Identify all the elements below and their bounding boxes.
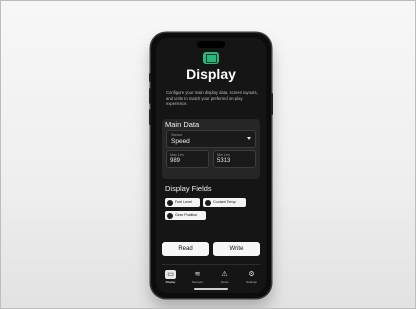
display-fields-title: Display Fields — [165, 184, 212, 193]
field-value: 989 — [170, 158, 181, 164]
page-title: Display — [186, 66, 236, 82]
phone-side-button — [271, 93, 273, 115]
sensor-select-value: Speed — [171, 138, 190, 145]
main-data-card: Main Data Sensor Speed Max Lim 989 Min L… — [162, 119, 260, 179]
home-indicator — [194, 288, 228, 290]
nav-item-display[interactable]: ▭ Display — [157, 268, 184, 288]
sensor-icon: ≋ — [194, 271, 201, 278]
chip-label: Coolant Temp — [213, 200, 236, 204]
chip-label: Gear Position — [175, 213, 198, 217]
nav-item-label: Display — [165, 280, 176, 284]
display-icon: ▭ — [165, 270, 176, 279]
min-limit-field[interactable]: Min Lim 5313 — [213, 150, 256, 168]
nav-item-alerts[interactable]: ⚠ Alerts — [211, 268, 238, 288]
chip-coolant-temp[interactable]: Coolant Temp — [203, 198, 246, 207]
thermometer-icon — [205, 199, 211, 206]
display-app-icon — [203, 52, 219, 64]
phone-device: Display Configure your main display data… — [149, 33, 273, 298]
main-data-title: Main Data — [165, 120, 200, 129]
nav-item-label: Settings — [246, 280, 257, 284]
write-button[interactable]: Write — [213, 242, 260, 256]
nav-item-settings[interactable]: ⚙ Settings — [238, 268, 265, 288]
phone-side-button — [149, 73, 151, 82]
phone-side-button — [149, 88, 151, 104]
page-description: Configure your main display data, screen… — [166, 90, 258, 107]
display-fields-section: Display Fields Fuel Level Coolant Temp G… — [162, 184, 260, 232]
dynamic-island — [197, 41, 225, 48]
max-limit-field[interactable]: Max Lim 989 — [166, 150, 209, 168]
read-button[interactable]: Read — [162, 242, 209, 256]
gear-position-icon — [167, 212, 173, 219]
mockup-frame: Display Configure your main display data… — [0, 0, 416, 309]
chevron-down-icon — [247, 137, 251, 140]
field-value: 5313 — [217, 158, 231, 164]
fuel-icon — [167, 199, 173, 206]
settings-icon: ⚙ — [248, 271, 255, 278]
chip-label: Fuel Level — [175, 200, 193, 204]
phone-side-button — [149, 109, 151, 125]
chip-gear-position[interactable]: Gear Position — [165, 211, 206, 220]
chip-fuel-level[interactable]: Fuel Level — [165, 198, 200, 207]
nav-item-sensors[interactable]: ≋ Sensors — [184, 268, 211, 288]
sensor-select[interactable]: Sensor Speed — [166, 130, 256, 148]
nav-item-label: Alerts — [220, 280, 229, 284]
alert-icon: ⚠ — [221, 271, 228, 278]
sensor-select-label: Sensor — [171, 133, 183, 137]
nav-divider — [162, 264, 260, 265]
field-label: Min Lim — [217, 153, 230, 157]
nav-item-label: Sensors — [191, 280, 203, 284]
phone-screen: Display Configure your main display data… — [156, 38, 266, 293]
field-label: Max Lim — [170, 153, 184, 157]
